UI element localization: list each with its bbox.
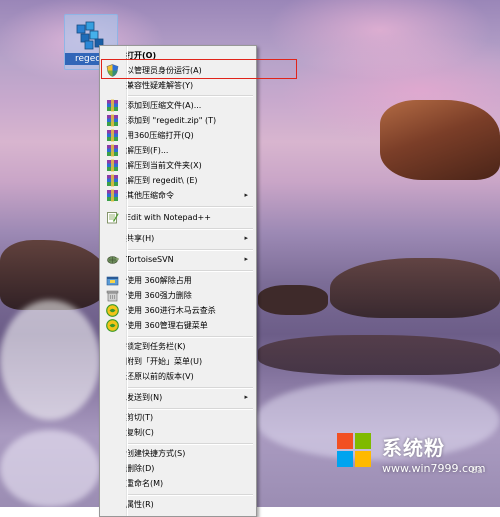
menu-item-delete[interactable]: 删除(D) — [102, 461, 252, 476]
menu-item-label: 使用 360管理右键菜单 — [126, 321, 208, 330]
menu-separator — [128, 387, 253, 389]
watermark-url: www.win7999.com — [382, 462, 486, 475]
submenu-arrow-icon: ▸ — [244, 255, 248, 263]
menu-item-label: 发送到(N) — [126, 393, 163, 402]
menu-separator — [128, 228, 253, 230]
submenu-arrow-icon: ▸ — [244, 393, 248, 401]
menu-item-label: Edit with Notepad++ — [126, 213, 211, 222]
menu-separator — [128, 95, 253, 97]
menu-item-label: 解压到(F)... — [126, 146, 169, 155]
coastal-rock-right — [330, 258, 500, 318]
menu-item-label: 复制(C) — [126, 428, 154, 437]
menu-item-label: 添加到 "regedit.zip" (T) — [126, 116, 217, 125]
menu-item-open-with-360zip[interactable]: 用360压缩打开(Q) — [102, 128, 252, 143]
menu-separator — [128, 206, 253, 208]
winrar-icon — [107, 174, 118, 187]
menu-item-360-unlock[interactable]: 使用 360解除占用 — [102, 273, 252, 288]
menu-item-label: 剪切(T) — [126, 413, 154, 422]
360-delete-icon — [106, 290, 119, 302]
menu-item-label: 重命名(M) — [126, 479, 164, 488]
menu-item-label: 使用 360解除占用 — [126, 276, 192, 285]
coastal-rock-shore — [258, 335, 500, 375]
menu-separator — [128, 336, 253, 338]
menu-item-label: 属性(R) — [126, 500, 154, 509]
winrar-icon — [107, 114, 118, 127]
winrar-icon — [107, 144, 118, 157]
menu-item-label: 锁定到任务栏(K) — [126, 342, 186, 351]
menu-item-360-manage-menu[interactable]: 使用 360管理右键菜单 — [102, 318, 252, 333]
menu-item-label: 解压到当前文件夹(X) — [126, 161, 202, 170]
menu-separator — [128, 270, 253, 272]
watermark-title: 系统粉 — [382, 436, 445, 460]
menu-item-label: 兼容性疑难解答(Y) — [126, 81, 194, 90]
360-manage-icon — [106, 319, 119, 332]
submenu-arrow-icon: ▸ — [244, 234, 248, 242]
menu-item-label: 删除(D) — [126, 464, 155, 473]
menu-item-add-to-archive[interactable]: 添加到压缩文件(A)... — [102, 98, 252, 113]
menu-item-label: TortoiseSVN — [126, 255, 174, 264]
sea-stack-rock — [380, 100, 500, 180]
menu-separator — [128, 494, 253, 496]
menu-item-pin-taskbar[interactable]: 锁定到任务栏(K) — [102, 339, 252, 354]
tortoisesvn-icon — [107, 256, 119, 264]
winrar-icon — [107, 159, 118, 172]
menu-item-label: 解压到 regedit\ (E) — [126, 176, 198, 185]
menu-item-share[interactable]: 共享(H) ▸ — [102, 231, 252, 246]
menu-item-cut[interactable]: 剪切(T) — [102, 410, 252, 425]
menu-item-label: 还原以前的版本(V) — [126, 372, 194, 381]
menu-item-label: 其他压缩命令 — [126, 191, 174, 200]
menu-item-label: 用360压缩打开(Q) — [126, 131, 194, 140]
menu-item-label: 附到「开始」菜单(U) — [126, 357, 203, 366]
menu-item-compat-troubleshoot[interactable]: 兼容性疑难解答(Y) — [102, 78, 252, 93]
menu-item-properties[interactable]: 属性(R) — [102, 497, 252, 512]
menu-item-copy[interactable]: 复制(C) — [102, 425, 252, 440]
winrar-icon — [107, 99, 118, 112]
winrar-icon — [107, 189, 118, 202]
menu-item-label: 使用 360强力删除 — [126, 291, 192, 300]
360-unlock-icon — [106, 276, 119, 286]
watermark-tag: Ba — [471, 466, 483, 476]
submenu-arrow-icon: ▸ — [244, 191, 248, 199]
menu-item-extract-to[interactable]: 解压到(F)... — [102, 143, 252, 158]
menu-item-360-trojan-scan[interactable]: 使用 360进行木马云查杀 — [102, 303, 252, 318]
context-menu: 打开(O) 以管理员身份运行(A) 兼容性疑难解答(Y) 添加到压缩文件(A).… — [99, 45, 257, 517]
menu-item-create-shortcut[interactable]: 创建快捷方式(S) — [102, 446, 252, 461]
menu-item-add-to-zip[interactable]: 添加到 "regedit.zip" (T) — [102, 113, 252, 128]
menu-item-rename[interactable]: 重命名(M) — [102, 476, 252, 491]
menu-item-send-to[interactable]: 发送到(N) ▸ — [102, 390, 252, 405]
menu-item-360-force-delete[interactable]: 使用 360强力删除 — [102, 288, 252, 303]
surf-splash-bottom — [0, 430, 100, 507]
winrar-icon — [107, 129, 118, 142]
menu-item-label: 创建快捷方式(S) — [126, 449, 186, 458]
menu-item-label: 共享(H) — [126, 234, 155, 243]
menu-item-tortoisesvn[interactable]: TortoiseSVN ▸ — [102, 252, 252, 267]
windows-logo-icon — [337, 433, 371, 467]
menu-item-pin-start[interactable]: 附到「开始」菜单(U) — [102, 354, 252, 369]
menu-separator — [128, 249, 253, 251]
coastal-rock-small — [258, 285, 328, 315]
menu-item-edit-notepadpp[interactable]: Edit with Notepad++ — [102, 210, 252, 225]
menu-item-restore-versions[interactable]: 还原以前的版本(V) — [102, 369, 252, 384]
notepadpp-icon — [107, 212, 119, 224]
highlight-box — [101, 59, 297, 79]
menu-item-extract-to-folder[interactable]: 解压到 regedit\ (E) — [102, 173, 252, 188]
menu-item-label: 使用 360进行木马云查杀 — [126, 306, 216, 315]
360-scan-icon — [106, 304, 119, 317]
menu-item-label: 添加到压缩文件(A)... — [126, 101, 202, 110]
menu-item-extract-here[interactable]: 解压到当前文件夹(X) — [102, 158, 252, 173]
surf-splash-left — [0, 300, 100, 420]
surf-splash-right — [255, 380, 500, 460]
menu-separator — [128, 443, 253, 445]
menu-item-other-compress[interactable]: 其他压缩命令 ▸ — [102, 188, 252, 203]
